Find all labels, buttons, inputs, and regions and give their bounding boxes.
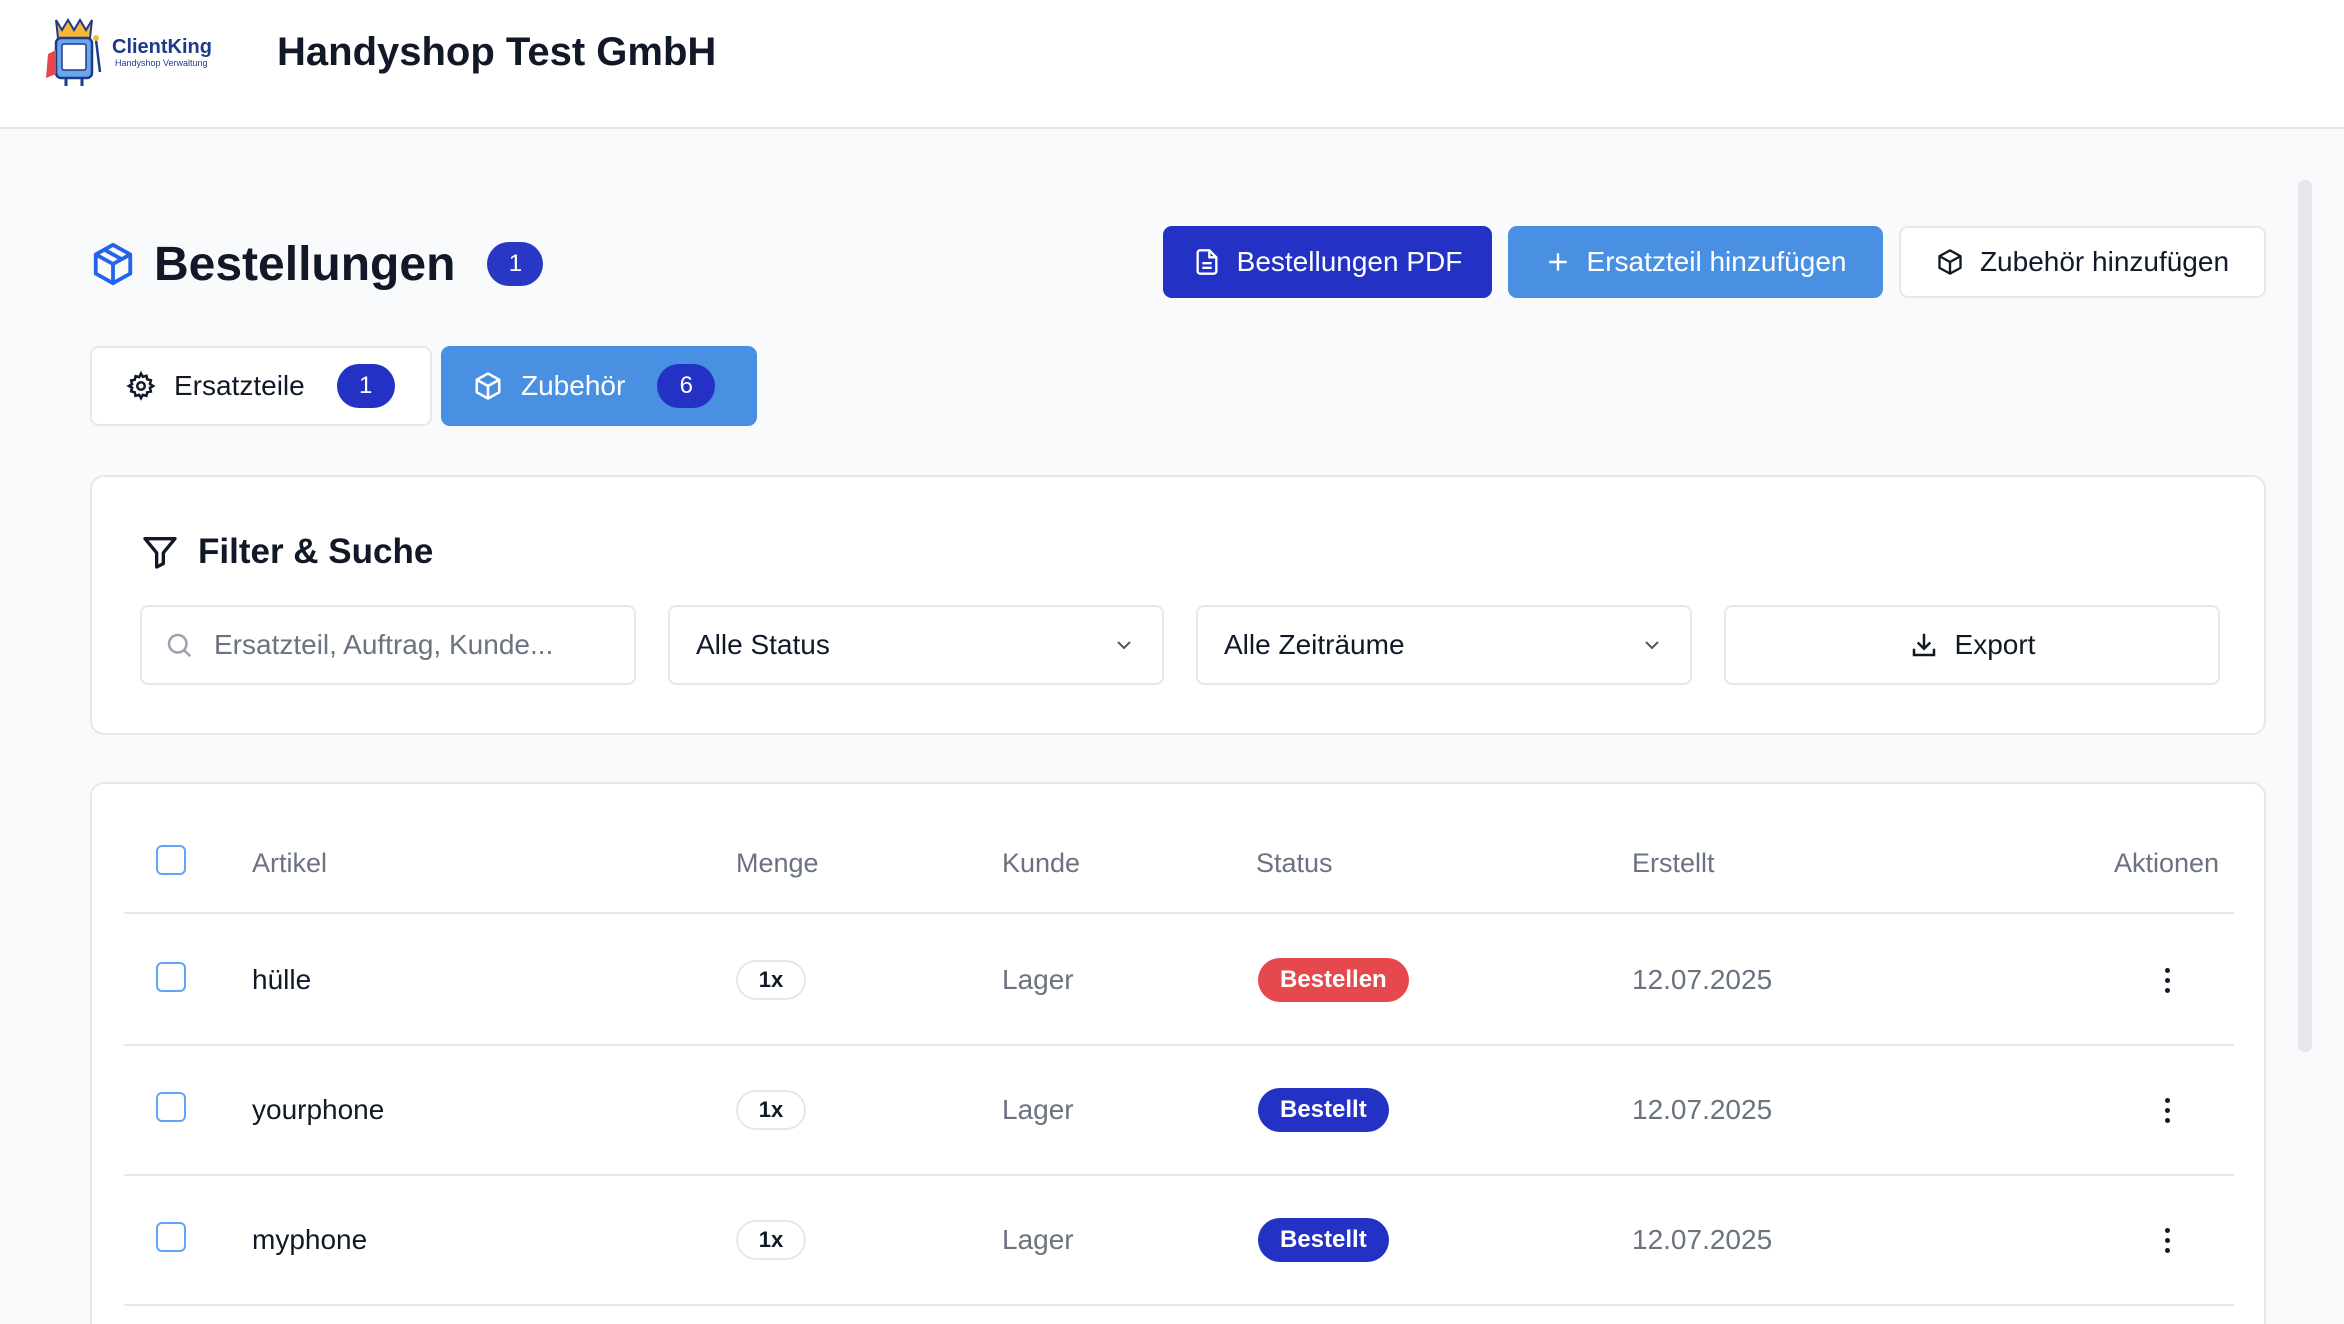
period-select[interactable]: Alle Zeiträume <box>1196 605 1692 685</box>
filter-title-label: Filter & Suche <box>198 532 434 571</box>
orders-pdf-label: Bestellungen PDF <box>1236 246 1463 277</box>
search-icon <box>167 633 192 658</box>
tab-zubehoer[interactable]: Zubehör 6 <box>441 346 757 426</box>
document-icon <box>1196 249 1218 275</box>
export-button[interactable]: Export <box>1724 605 2220 685</box>
filter-card: Filter & Suche Ersatzteil, Auftrag, Kund… <box>90 475 2266 735</box>
header-created: Erstellt <box>1632 848 1715 878</box>
header-quantity: Menge <box>736 848 819 878</box>
search-placeholder: Ersatzteil, Auftrag, Kunde... <box>214 629 554 660</box>
header-status: Status <box>1256 848 1333 878</box>
company-name: Handyshop Test GmbH <box>277 30 717 74</box>
page-title-count-badge: 1 <box>487 242 544 286</box>
page-title-row: Bestellungen 1 <box>90 226 544 302</box>
orders-pdf-button[interactable]: Bestellungen PDF <box>1163 226 1492 298</box>
export-label: Export <box>1954 629 2036 660</box>
tab-ersatzteile[interactable]: Ersatzteile 1 <box>90 346 432 426</box>
logo-subtitle: Handyshop Verwaltung <box>115 58 208 68</box>
tab-ersatzteile-count: 1 <box>336 364 395 408</box>
status-badge: Bestellen <box>1258 958 1409 1002</box>
tab-zubehoer-count: 6 <box>657 364 716 408</box>
filter-icon <box>143 537 177 569</box>
row-customer: Lager <box>1002 1224 1074 1255</box>
filter-title: Filter & Suche <box>140 532 433 572</box>
status-select[interactable]: Alle Status <box>668 605 1164 685</box>
period-select-value: Alle Zeiträume <box>1224 629 1405 660</box>
add-accessory-label: Zubehör hinzufügen <box>1979 246 2230 277</box>
add-spare-part-button[interactable]: Ersatzteil hinzufügen <box>1508 226 1883 298</box>
header-article: Artikel <box>252 848 328 878</box>
add-spare-part-label: Ersatzteil hinzufügen <box>1586 246 1847 277</box>
header-actions: Aktionen <box>2114 848 2220 878</box>
download-icon <box>1912 633 1935 657</box>
row-article: yourphone <box>252 1094 385 1125</box>
select-all-checkbox[interactable] <box>156 845 186 875</box>
add-accessory-button[interactable]: Zubehör hinzufügen <box>1899 226 2266 298</box>
row-checkbox[interactable] <box>156 962 186 992</box>
gear-icon <box>126 371 156 401</box>
status-select-value: Alle Status <box>696 629 830 660</box>
row-actions-menu-icon[interactable] <box>2152 1220 2182 1260</box>
page-title: Bestellungen <box>154 237 456 291</box>
row-quantity: 1x <box>736 960 806 1000</box>
table-row[interactable]: hülle 1x Lager Bestellen 12.07.2025 <box>124 916 2234 1046</box>
row-checkbox[interactable] <box>156 1092 186 1122</box>
status-badge: Bestellt <box>1258 1218 1389 1262</box>
tab-zubehoer-label: Zubehör <box>521 370 626 401</box>
clientking-logo[interactable]: ClientKing Handyshop Verwaltung <box>42 16 222 88</box>
row-quantity: 1x <box>736 1090 806 1130</box>
row-customer: Lager <box>1002 1094 1074 1125</box>
table-row[interactable]: myphone 1x Lager Bestellt 12.07.2025 <box>124 1176 2234 1306</box>
row-checkbox[interactable] <box>156 1222 186 1252</box>
table-row[interactable]: yourphone 1x Lager Bestellt 12.07.2025 <box>124 1046 2234 1176</box>
search-input[interactable]: Ersatzteil, Auftrag, Kunde... <box>140 605 636 685</box>
page-scrollbar[interactable] <box>2298 180 2312 1052</box>
row-article: hülle <box>252 964 312 995</box>
table-header: Artikel Menge Kunde Status Erstellt Akti… <box>124 784 2234 914</box>
row-customer: Lager <box>1002 964 1074 995</box>
status-badge: Bestellt <box>1258 1088 1389 1132</box>
package-icon <box>93 242 133 286</box>
package-icon <box>475 372 501 400</box>
row-actions-menu-icon[interactable] <box>2152 1090 2182 1130</box>
plus-icon <box>1548 253 1567 271</box>
top-header: ClientKing Handyshop Verwaltung Handysho… <box>0 0 2344 129</box>
row-quantity: 1x <box>736 1220 806 1260</box>
row-created: 12.07.2025 <box>1632 964 1773 995</box>
chevron-down-icon <box>1117 641 1131 650</box>
row-created: 12.07.2025 <box>1632 1224 1773 1255</box>
chevron-down-icon <box>1645 641 1659 650</box>
logo-text: ClientKing <box>112 36 212 58</box>
header-customer: Kunde <box>1002 848 1081 878</box>
package-icon <box>1938 249 1962 275</box>
row-created: 12.07.2025 <box>1632 1094 1773 1125</box>
tab-ersatzteile-label: Ersatzteile <box>174 370 305 401</box>
row-article: myphone <box>252 1224 368 1255</box>
logo-mascot-icon <box>46 18 102 86</box>
orders-table: Artikel Menge Kunde Status Erstellt Akti… <box>90 782 2266 1324</box>
row-actions-menu-icon[interactable] <box>2152 960 2182 1000</box>
